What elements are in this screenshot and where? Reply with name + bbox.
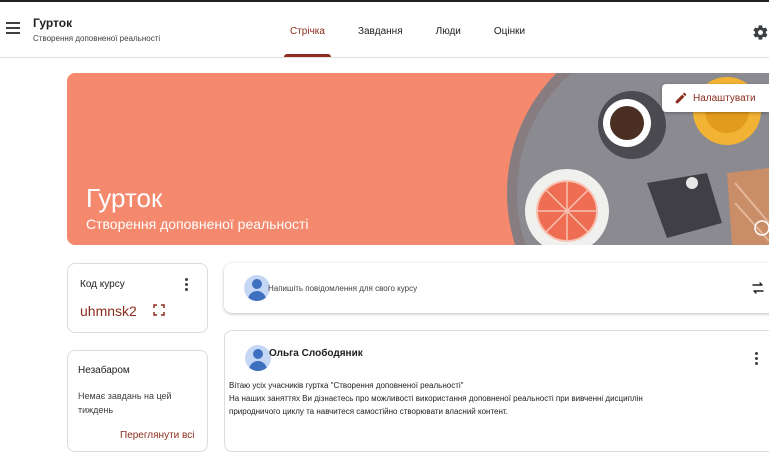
repost-icon[interactable] bbox=[751, 281, 765, 295]
more-options-icon[interactable] bbox=[185, 278, 189, 292]
tab-people[interactable]: Люди bbox=[424, 0, 473, 57]
menu-icon[interactable] bbox=[6, 22, 20, 34]
course-code-value: uhmnsk2 bbox=[80, 303, 137, 319]
banner-title: Гурток bbox=[86, 183, 163, 213]
post-body: Вітаю усіх учасників гуртка "Створення д… bbox=[229, 379, 769, 418]
tab-classwork[interactable]: Завдання bbox=[346, 0, 415, 57]
class-title[interactable]: Гурток bbox=[33, 16, 72, 30]
banner-subtitle: Створення доповненої реальності bbox=[86, 216, 309, 232]
author-avatar bbox=[245, 345, 271, 371]
upcoming-title: Незабаром bbox=[78, 365, 130, 376]
top-app-bar: Гурток Створення доповненої реальності С… bbox=[0, 0, 769, 58]
post-author: Ольга Слободяник bbox=[269, 348, 363, 359]
course-code-label: Код курсу bbox=[80, 279, 125, 290]
post-more-options-icon[interactable] bbox=[755, 352, 759, 366]
post-line: природничого циклу та навчитеся самостій… bbox=[229, 407, 508, 416]
fullscreen-icon[interactable] bbox=[153, 304, 165, 316]
upcoming-card: Незабаром Немає завдань на цей тиждень П… bbox=[67, 350, 208, 452]
gear-icon[interactable] bbox=[752, 24, 769, 41]
class-subtitle: Створення доповненої реальності bbox=[33, 34, 161, 43]
announcement-post: Ольга Слободяник Вітаю усіх учасників гу… bbox=[224, 330, 769, 452]
composer-placeholder: Напишіть повідомлення для свого курсу bbox=[268, 284, 418, 293]
tab-stream[interactable]: Стрічка bbox=[278, 0, 337, 57]
post-line: Вітаю усіх учасників гуртка "Створення д… bbox=[229, 381, 464, 390]
avatar bbox=[244, 275, 270, 301]
customize-label: Налаштувати bbox=[693, 93, 756, 104]
announcement-composer[interactable]: Напишіть повідомлення для свого курсу bbox=[224, 263, 769, 313]
tab-bar: Стрічка Завдання Люди Оцінки bbox=[278, 0, 546, 57]
pencil-icon bbox=[675, 92, 687, 104]
customize-button[interactable]: Налаштувати bbox=[662, 84, 769, 112]
upcoming-text: Немає завдань на цей тиждень bbox=[78, 391, 172, 415]
course-code-card: Код курсу uhmnsk2 bbox=[67, 263, 208, 333]
tab-grades[interactable]: Оцінки bbox=[482, 0, 537, 57]
post-line: На наших заняттях Ви дізнаєтесь про можл… bbox=[229, 394, 643, 403]
